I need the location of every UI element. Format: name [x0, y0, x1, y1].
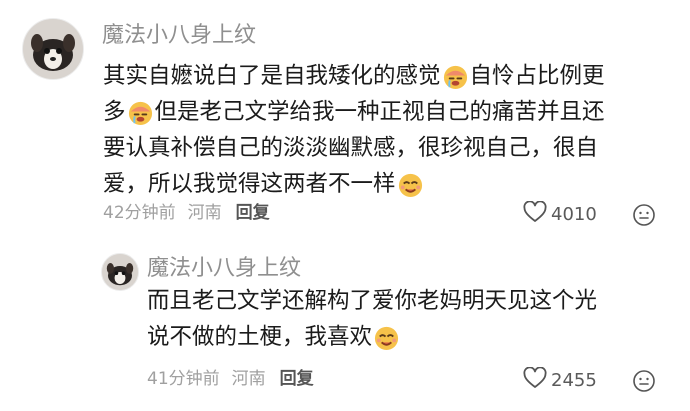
comment-text-segment: 其实自嬷说白了是自我矮化的感觉	[103, 63, 441, 89]
reply-text: 而且老己文学还解构了爱你老妈明天见这个光 说不做的土梗，我喜欢	[147, 283, 597, 355]
comment-line: 爱，所以我觉得这两者不一样	[103, 166, 605, 202]
comment-text-segment: 多	[103, 99, 126, 125]
reply-time: 41分钟前	[147, 369, 220, 389]
like-button[interactable]: 4010	[523, 200, 597, 228]
comment-line: 多 但是老己文学给我一种正视自己的痛苦并且还	[103, 94, 605, 130]
reply-button[interactable]: 回复	[236, 201, 270, 225]
reply-line: 而且老己文学还解构了爱你老妈明天见这个光	[147, 283, 597, 319]
avatar[interactable]	[101, 253, 139, 291]
avatar[interactable]	[22, 18, 84, 80]
like-count: 2455	[551, 370, 597, 391]
reply-text-segment: 而且老己文学还解构了爱你老妈明天见这个光	[147, 288, 598, 314]
reply-username[interactable]: 魔法小八身上纹	[147, 256, 301, 282]
comment-username[interactable]: 魔法小八身上纹	[102, 23, 256, 49]
heart-outline-icon	[523, 366, 551, 394]
heart-outline-icon	[523, 200, 551, 228]
emoji-reaction-icon[interactable]	[632, 203, 656, 227]
smug-emoji-icon	[397, 171, 424, 198]
reply-meta: 41分钟前 河南 回复	[147, 367, 314, 391]
crying-emoji-icon	[127, 99, 154, 126]
comment-meta: 42分钟前 河南 回复	[103, 201, 270, 225]
comment-text: 其实自嬷说白了是自我矮化的感觉 自怜占比例更 多 但是老己文学给我一种正视自己的…	[103, 58, 605, 202]
reply-line: 说不做的土梗，我喜欢	[147, 319, 597, 355]
reply-text-segment: 说不做的土梗，我喜欢	[147, 324, 373, 350]
comment-text-segment: 要认真补偿自己的淡淡幽默感，很珍视自己，很自	[103, 135, 599, 161]
reply-location: 河南	[231, 369, 266, 389]
comment-text-segment: 爱，所以我觉得这两者不一样	[103, 171, 396, 197]
comment-time: 42分钟前	[103, 203, 176, 223]
emoji-reaction-icon[interactable]	[632, 369, 656, 393]
comment-line: 要认真补偿自己的淡淡幽默感，很珍视自己，很自	[103, 130, 605, 166]
smug-emoji-icon	[373, 324, 400, 351]
comment-text-segment: 自怜占比例更	[469, 63, 605, 89]
comment-location: 河南	[187, 203, 222, 223]
comment-text-segment: 但是老己文学给我一种正视自己的痛苦并且还	[154, 99, 605, 125]
comment-line: 其实自嬷说白了是自我矮化的感觉 自怜占比例更	[103, 58, 605, 94]
crying-emoji-icon	[442, 63, 469, 90]
like-button[interactable]: 2455	[523, 366, 597, 394]
reply-button[interactable]: 回复	[280, 367, 314, 391]
like-count: 4010	[551, 204, 597, 225]
